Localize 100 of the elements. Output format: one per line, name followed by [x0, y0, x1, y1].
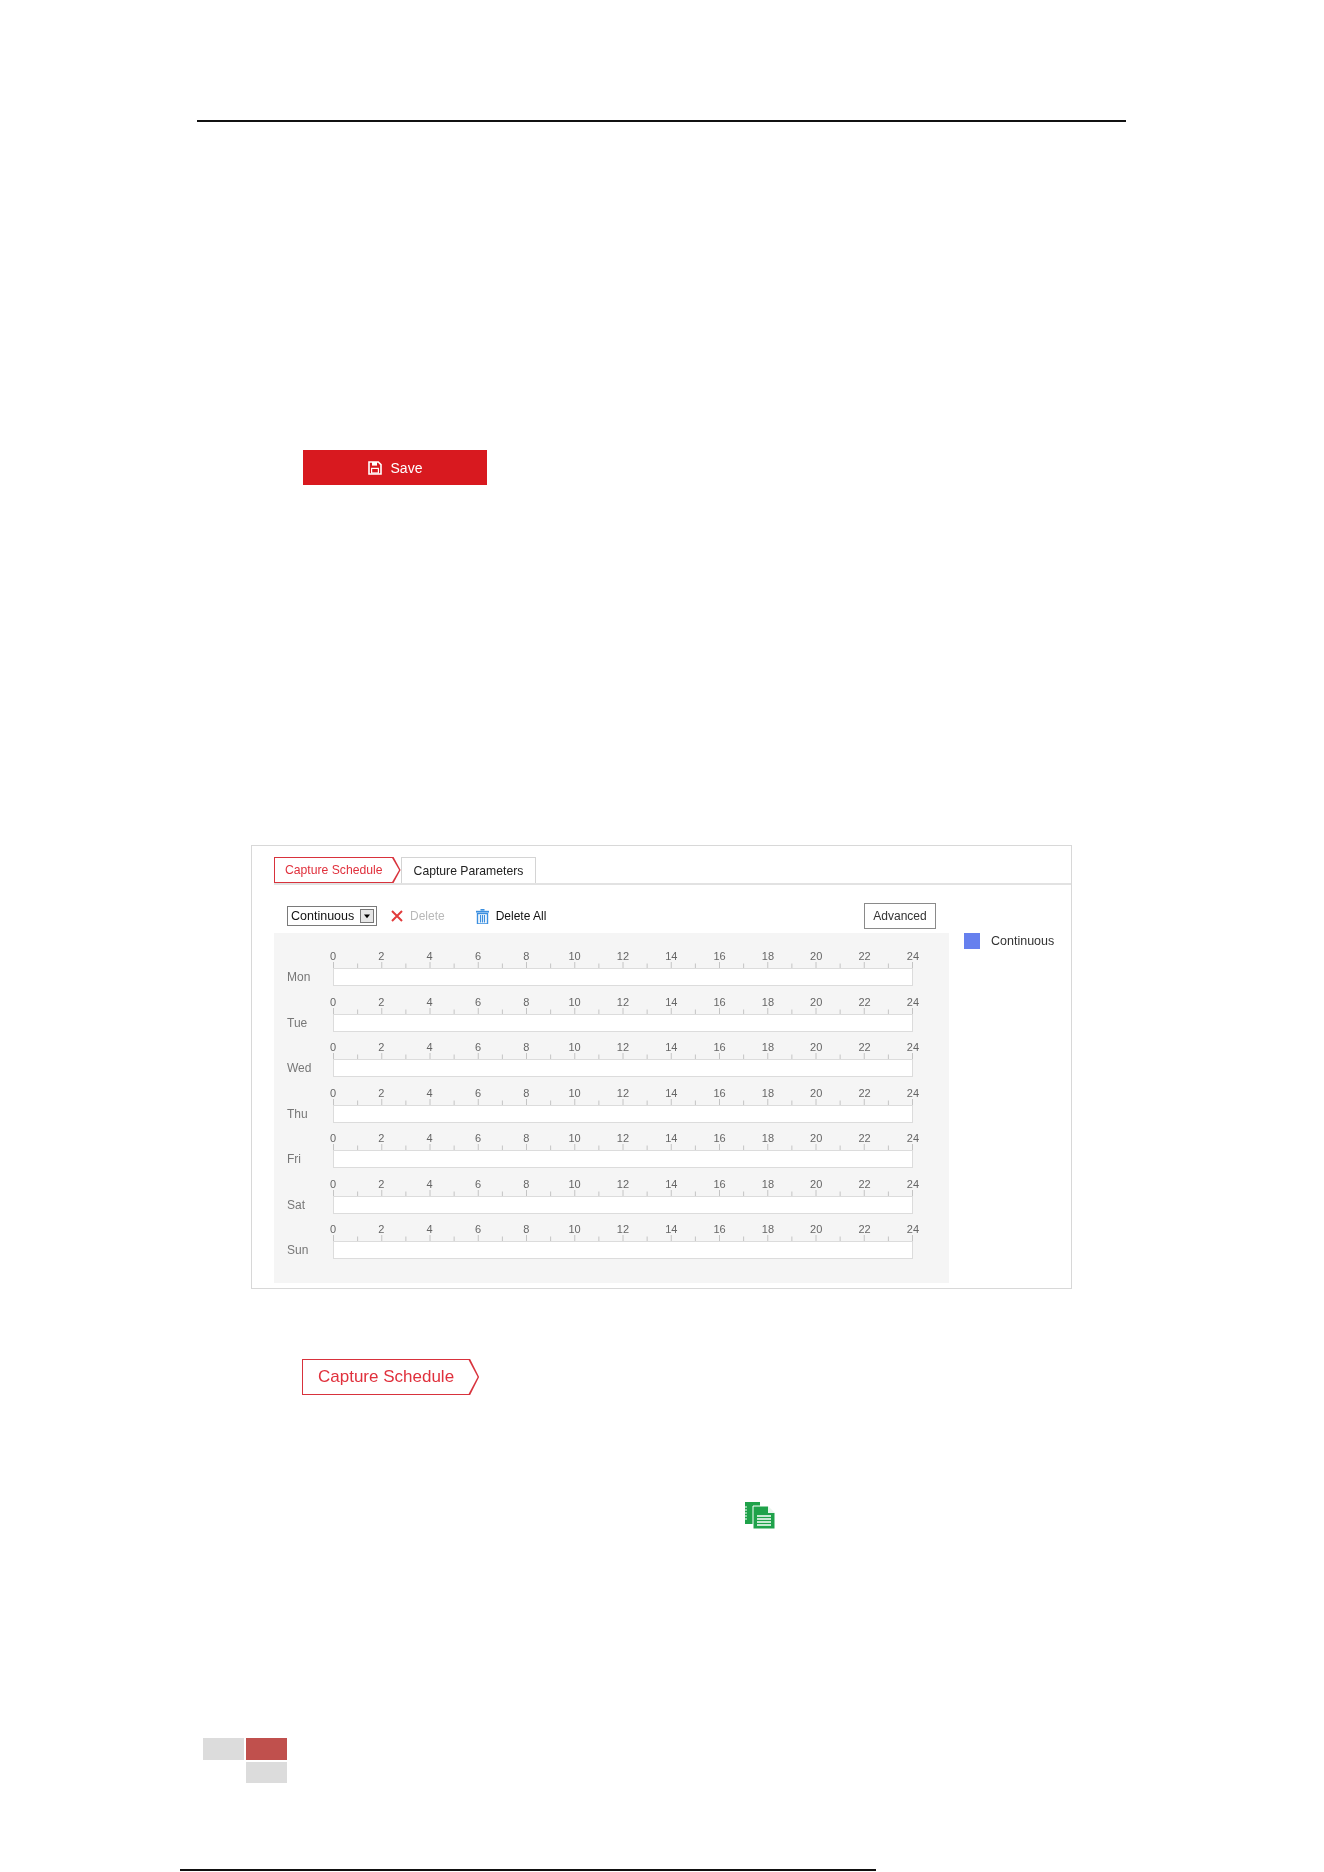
- hour-label: 6: [474, 1132, 481, 1144]
- day-label: Tue: [287, 1015, 308, 1030]
- hour-label: 10: [568, 1086, 581, 1099]
- hour-label: 6: [474, 950, 481, 962]
- hour-label: 14: [665, 1132, 678, 1144]
- delete-all-button[interactable]: Delete All: [475, 906, 547, 926]
- hour-label: 8: [523, 1086, 530, 1099]
- hour-label: 22: [858, 1177, 871, 1190]
- hour-label: 4: [426, 1086, 433, 1099]
- hour-label: 4: [426, 1223, 433, 1235]
- hour-label: 0: [329, 1223, 336, 1235]
- hour-label: 12: [616, 1177, 630, 1190]
- hour-label: 12: [616, 1041, 630, 1053]
- hour-label: 22: [858, 1223, 871, 1235]
- legend-label: Continuous: [991, 934, 1055, 948]
- day-label: Wed: [287, 1061, 312, 1075]
- copy-icon: [744, 1501, 776, 1529]
- hour-label: 20: [810, 1132, 823, 1144]
- timeline-bar[interactable]: [333, 968, 913, 986]
- timeline-bar[interactable]: [333, 1104, 913, 1123]
- save-button[interactable]: Save: [303, 450, 487, 485]
- advanced-button[interactable]: Advanced: [864, 903, 936, 929]
- hour-label: 22: [858, 995, 871, 1008]
- hour-label: 12: [616, 1223, 630, 1235]
- hour-label: 20: [810, 950, 823, 962]
- hour-label: 22: [858, 1041, 871, 1053]
- hour-label: 6: [474, 1223, 481, 1235]
- hour-label: 20: [810, 1223, 823, 1235]
- hour-label: 14: [665, 1086, 678, 1099]
- hour-label: 0: [329, 950, 336, 962]
- hour-label: 2: [378, 1223, 385, 1235]
- hour-label: 18: [761, 1086, 775, 1099]
- hour-label: 6: [474, 1086, 481, 1099]
- hour-label: 14: [665, 995, 678, 1008]
- tab[interactable]: Capture Parameters: [400, 857, 537, 883]
- hour-label: 8: [523, 1041, 530, 1053]
- hour-label: 16: [713, 1086, 726, 1099]
- hour-label: 24: [906, 1041, 919, 1053]
- mode-select[interactable]: Continuous: [287, 906, 377, 926]
- hour-label: 2: [378, 1177, 385, 1190]
- hour-label: 4: [426, 1132, 433, 1144]
- hour-label: 4: [426, 1177, 433, 1190]
- hour-label: 10: [568, 1177, 581, 1190]
- hour-label: 6: [474, 1041, 481, 1053]
- hour-label: 8: [523, 1223, 530, 1235]
- hour-label: 2: [378, 1041, 385, 1053]
- hour-label: 20: [810, 995, 823, 1008]
- hour-label: 12: [616, 995, 630, 1008]
- hour-label: 0: [329, 995, 336, 1008]
- hour-label: 24: [906, 1086, 919, 1099]
- hour-label: 16: [713, 1132, 726, 1144]
- timeline-bar[interactable]: [333, 1150, 913, 1168]
- hour-label: 24: [906, 1177, 919, 1190]
- hour-label: 18: [761, 995, 775, 1008]
- hour-label: 10: [568, 1041, 581, 1053]
- hour-label: 24: [906, 950, 919, 962]
- hour-label: 10: [568, 1132, 581, 1144]
- hour-label: 18: [761, 1177, 775, 1190]
- day-label: Fri: [287, 1152, 301, 1166]
- tab[interactable]: Capture Schedule: [274, 857, 401, 883]
- hour-label: 0: [329, 1177, 336, 1190]
- hour-label: 16: [713, 995, 726, 1008]
- hour-label: 10: [568, 995, 581, 1008]
- hour-label: 14: [665, 950, 678, 962]
- hour-label: 10: [568, 1223, 581, 1235]
- hour-label: 6: [474, 1177, 481, 1190]
- hour-label: 24: [906, 1132, 919, 1144]
- hour-label: 16: [713, 1177, 726, 1190]
- hour-label: 8: [523, 950, 530, 962]
- hour-label: 22: [858, 1132, 871, 1144]
- timeline-bar[interactable]: [333, 1195, 913, 1214]
- timeline-bar[interactable]: [333, 1241, 913, 1259]
- hour-label: 12: [616, 950, 630, 962]
- day-label: Sat: [287, 1197, 305, 1212]
- hour-label: 14: [665, 1041, 678, 1053]
- hour-label: 4: [426, 950, 433, 962]
- day-label: Sun: [287, 1243, 309, 1257]
- hour-label: 16: [713, 1041, 726, 1053]
- hour-label: 24: [906, 995, 919, 1008]
- hour-label: 22: [858, 950, 871, 962]
- timeline-bar[interactable]: [333, 1059, 913, 1077]
- tab[interactable]: Capture Schedule: [302, 1359, 480, 1395]
- hour-label: 18: [761, 950, 775, 962]
- day-label: Mon: [287, 970, 311, 984]
- hour-label: 16: [713, 950, 726, 962]
- hour-label: 2: [378, 995, 385, 1008]
- hour-label: 8: [523, 1177, 530, 1190]
- hour-label: 0: [329, 1086, 336, 1099]
- timeline-bar[interactable]: [333, 1013, 913, 1032]
- caret-icon: [360, 909, 374, 923]
- hour-label: 2: [378, 1086, 385, 1099]
- hour-label: 0: [329, 1041, 336, 1053]
- hour-label: 0: [329, 1132, 336, 1144]
- hour-label: 4: [426, 1041, 433, 1053]
- close-icon: [391, 910, 403, 922]
- hour-label: 12: [616, 1086, 630, 1099]
- hour-label: 18: [761, 1041, 775, 1053]
- hour-label: 20: [810, 1041, 823, 1053]
- hour-label: 6: [474, 995, 481, 1008]
- hour-label: 2: [378, 950, 385, 962]
